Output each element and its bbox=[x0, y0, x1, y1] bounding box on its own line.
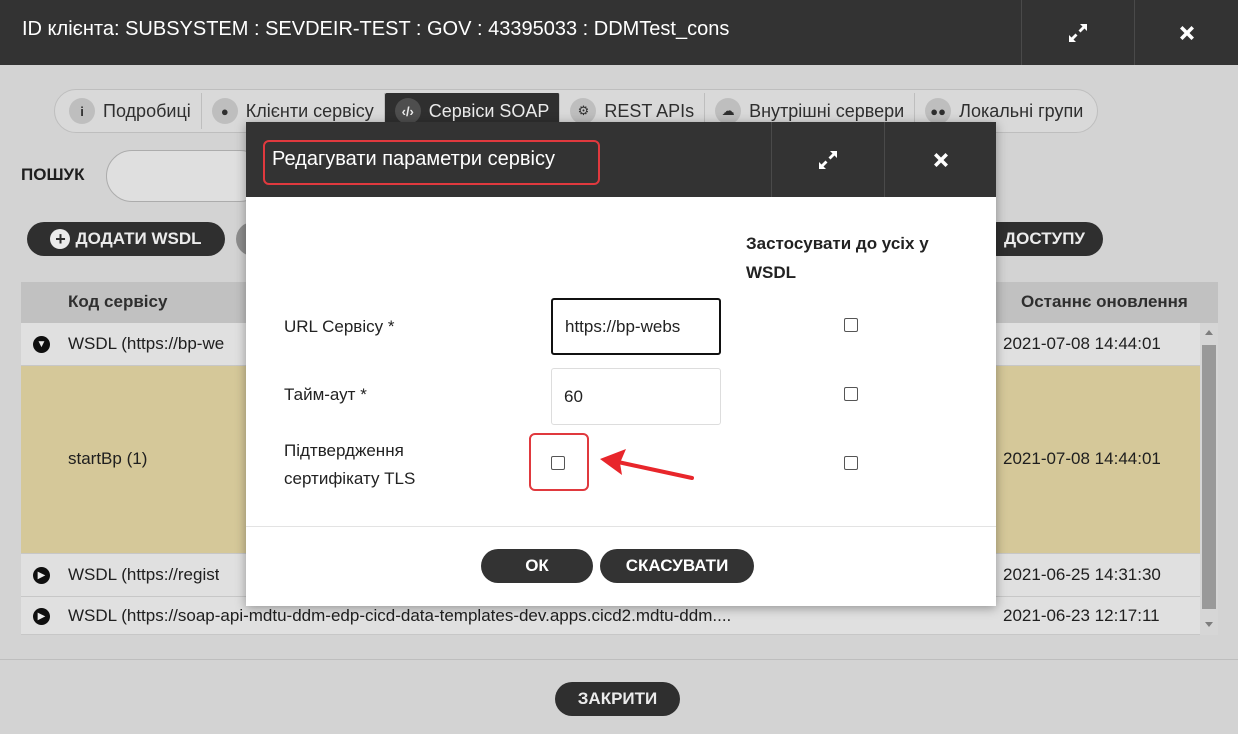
window-expand-button[interactable] bbox=[1021, 0, 1134, 65]
window-close-button[interactable] bbox=[1134, 0, 1238, 65]
ok-label: ОК bbox=[525, 556, 549, 575]
url-input[interactable]: https://bp-webs bbox=[551, 298, 721, 355]
timeout-apply-all-checkbox[interactable] bbox=[844, 387, 858, 401]
edit-service-modal: Редагувати параметри сервісу Застосувати… bbox=[246, 122, 996, 606]
modal-footer-divider bbox=[246, 526, 996, 527]
modal-close-button[interactable] bbox=[884, 122, 996, 197]
timeout-label: Тайм-аут * bbox=[284, 385, 367, 404]
apply-to-all-header: Застосувати до усіх у WSDL bbox=[746, 234, 929, 282]
cancel-button[interactable]: СКАСУВАТИ bbox=[600, 549, 754, 583]
url-label: URL Сервісу * bbox=[284, 317, 395, 336]
close-icon bbox=[933, 152, 948, 167]
pointer-arrow-icon bbox=[600, 449, 694, 480]
window-header: ID клієнта: SUBSYSTEM : SEVDEIR-TEST : G… bbox=[0, 0, 1238, 65]
url-apply-all-checkbox[interactable] bbox=[844, 318, 858, 332]
modal-expand-button[interactable] bbox=[771, 122, 884, 197]
ok-button[interactable]: ОК bbox=[481, 549, 593, 583]
tls-apply-all-checkbox[interactable] bbox=[844, 456, 858, 470]
timeout-input[interactable]: 60 bbox=[551, 368, 721, 425]
tls-verify-checkbox[interactable] bbox=[551, 456, 565, 470]
close-icon bbox=[1179, 25, 1194, 40]
modal-title: Редагувати параметри сервісу bbox=[272, 148, 555, 170]
tls-label: Підтвердження сертифікату TLS bbox=[284, 441, 416, 488]
expand-icon bbox=[1069, 23, 1087, 42]
cancel-label: СКАСУВАТИ bbox=[625, 556, 729, 575]
modal-header: Редагувати параметри сервісу bbox=[246, 122, 996, 197]
window-title: ID клієнта: SUBSYSTEM : SEVDEIR-TEST : G… bbox=[22, 18, 730, 40]
expand-icon bbox=[819, 150, 837, 169]
